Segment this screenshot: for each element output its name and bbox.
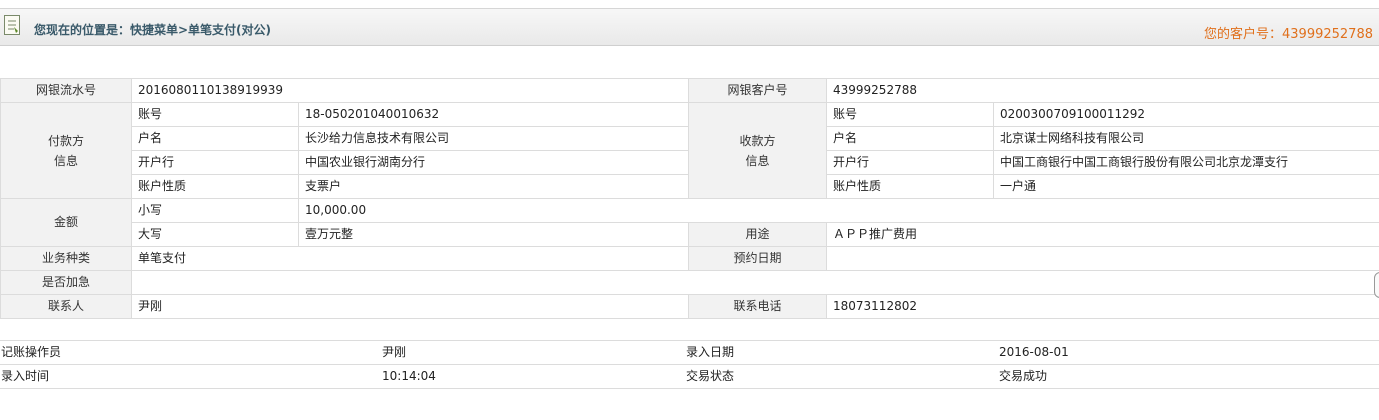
table-row: 金额 小写 10,000.00 bbox=[0, 198, 1379, 247]
purpose-value: ＡＰＰ推广费用 bbox=[825, 222, 1379, 247]
client-value: 43999252788 bbox=[825, 78, 1379, 103]
table-row: 付款方 信息 账号 18-050201040010632 收款方 信息 账号 0… bbox=[0, 102, 1379, 199]
amount-small-value: 10,000.00 bbox=[297, 198, 1379, 223]
amount-label: 金额 bbox=[0, 198, 132, 247]
payer-name-label: 户名 bbox=[131, 126, 299, 151]
amount-big-label: 大写 bbox=[131, 222, 299, 247]
contact-value: 尹刚 bbox=[131, 294, 689, 319]
payer-type-label: 账户性质 bbox=[131, 174, 299, 199]
entry-date-value: 2016-08-01 bbox=[998, 340, 1379, 365]
table-row: 联系人 尹刚 联系电话 18073112802 bbox=[0, 294, 1379, 319]
payer-type-value: 支票户 bbox=[298, 174, 689, 199]
trade-status-value: 交易成功 bbox=[998, 364, 1379, 389]
table-row: 记账操作员 尹刚 录入日期 2016-08-01 bbox=[0, 340, 1379, 365]
payee-account-label: 账号 bbox=[826, 102, 994, 127]
payer-bank-label: 开户行 bbox=[131, 150, 299, 175]
payment-detail-table: 网银流水号 2016080110138919939 网银客户号 43999252… bbox=[0, 78, 1379, 319]
purpose-label: 用途 bbox=[688, 222, 827, 247]
table-row: 网银流水号 2016080110138919939 网银客户号 43999252… bbox=[0, 78, 1379, 103]
urgent-label: 是否加急 bbox=[0, 270, 132, 295]
payee-account-value: 0200300709100011292 bbox=[992, 102, 1379, 127]
table-row: 是否加急 bbox=[0, 270, 1379, 295]
record-info-table: 记账操作员 尹刚 录入日期 2016-08-01 录入时间 10:14:04 交… bbox=[0, 340, 1379, 389]
phone-label: 联系电话 bbox=[688, 294, 827, 319]
payer-bank-value: 中国农业银行湖南分行 bbox=[298, 150, 689, 175]
serial-value: 2016080110138919939 bbox=[131, 78, 689, 103]
breadcrumb: 您现在的位置是：快捷菜单>单笔支付(对公) bbox=[34, 23, 272, 37]
biz-type-value: 单笔支付 bbox=[131, 246, 689, 271]
trade-status-label: 交易状态 bbox=[685, 364, 998, 389]
table-row: 业务种类 单笔支付 预约日期 bbox=[0, 246, 1379, 271]
entry-time-label: 录入时间 bbox=[0, 364, 381, 389]
operator-value: 尹刚 bbox=[381, 340, 685, 365]
payee-name-label: 户名 bbox=[826, 126, 994, 151]
entry-time-value: 10:14:04 bbox=[381, 364, 685, 389]
document-icon bbox=[4, 15, 20, 35]
operator-label: 记账操作员 bbox=[0, 340, 381, 365]
payee-type-value: 一户通 bbox=[992, 174, 1379, 199]
contact-label: 联系人 bbox=[0, 294, 132, 319]
table-row: 大写 壹万元整 用途 ＡＰＰ推广费用 bbox=[1, 222, 1379, 247]
scroll-handle[interactable] bbox=[1374, 272, 1379, 298]
amount-small-label: 小写 bbox=[131, 198, 299, 223]
amount-big-value: 壹万元整 bbox=[298, 222, 689, 247]
payer-info-label: 付款方 信息 bbox=[0, 102, 132, 199]
serial-label: 网银流水号 bbox=[0, 78, 132, 103]
payee-bank-label: 开户行 bbox=[826, 150, 994, 175]
payer-name-value: 长沙给力信息技术有限公司 bbox=[298, 126, 689, 151]
customer-number: 您的客户号：43999252788 bbox=[1204, 27, 1373, 42]
payee-type-label: 账户性质 bbox=[826, 174, 994, 199]
phone-value: 18073112802 bbox=[825, 294, 1379, 319]
appoint-date-label: 预约日期 bbox=[688, 246, 827, 271]
client-label: 网银客户号 bbox=[688, 78, 827, 103]
payer-account-value: 18-050201040010632 bbox=[298, 102, 689, 127]
payee-info-label: 收款方 信息 bbox=[688, 102, 827, 199]
biz-type-label: 业务种类 bbox=[0, 246, 132, 271]
appoint-date-value bbox=[825, 246, 1379, 271]
payee-name-value: 北京谋士网络科技有限公司 bbox=[992, 126, 1379, 151]
payee-bank-value: 中国工商银行中国工商银行股份有限公司北京龙潭支行 bbox=[992, 150, 1379, 175]
payer-account-label: 账号 bbox=[131, 102, 299, 127]
urgent-value bbox=[130, 270, 1379, 295]
entry-date-label: 录入日期 bbox=[685, 340, 998, 365]
location-bar: 您现在的位置是：快捷菜单>单笔支付(对公) 您的客户号：43999252788 bbox=[0, 8, 1379, 46]
table-row: 录入时间 10:14:04 交易状态 交易成功 bbox=[0, 364, 1379, 389]
